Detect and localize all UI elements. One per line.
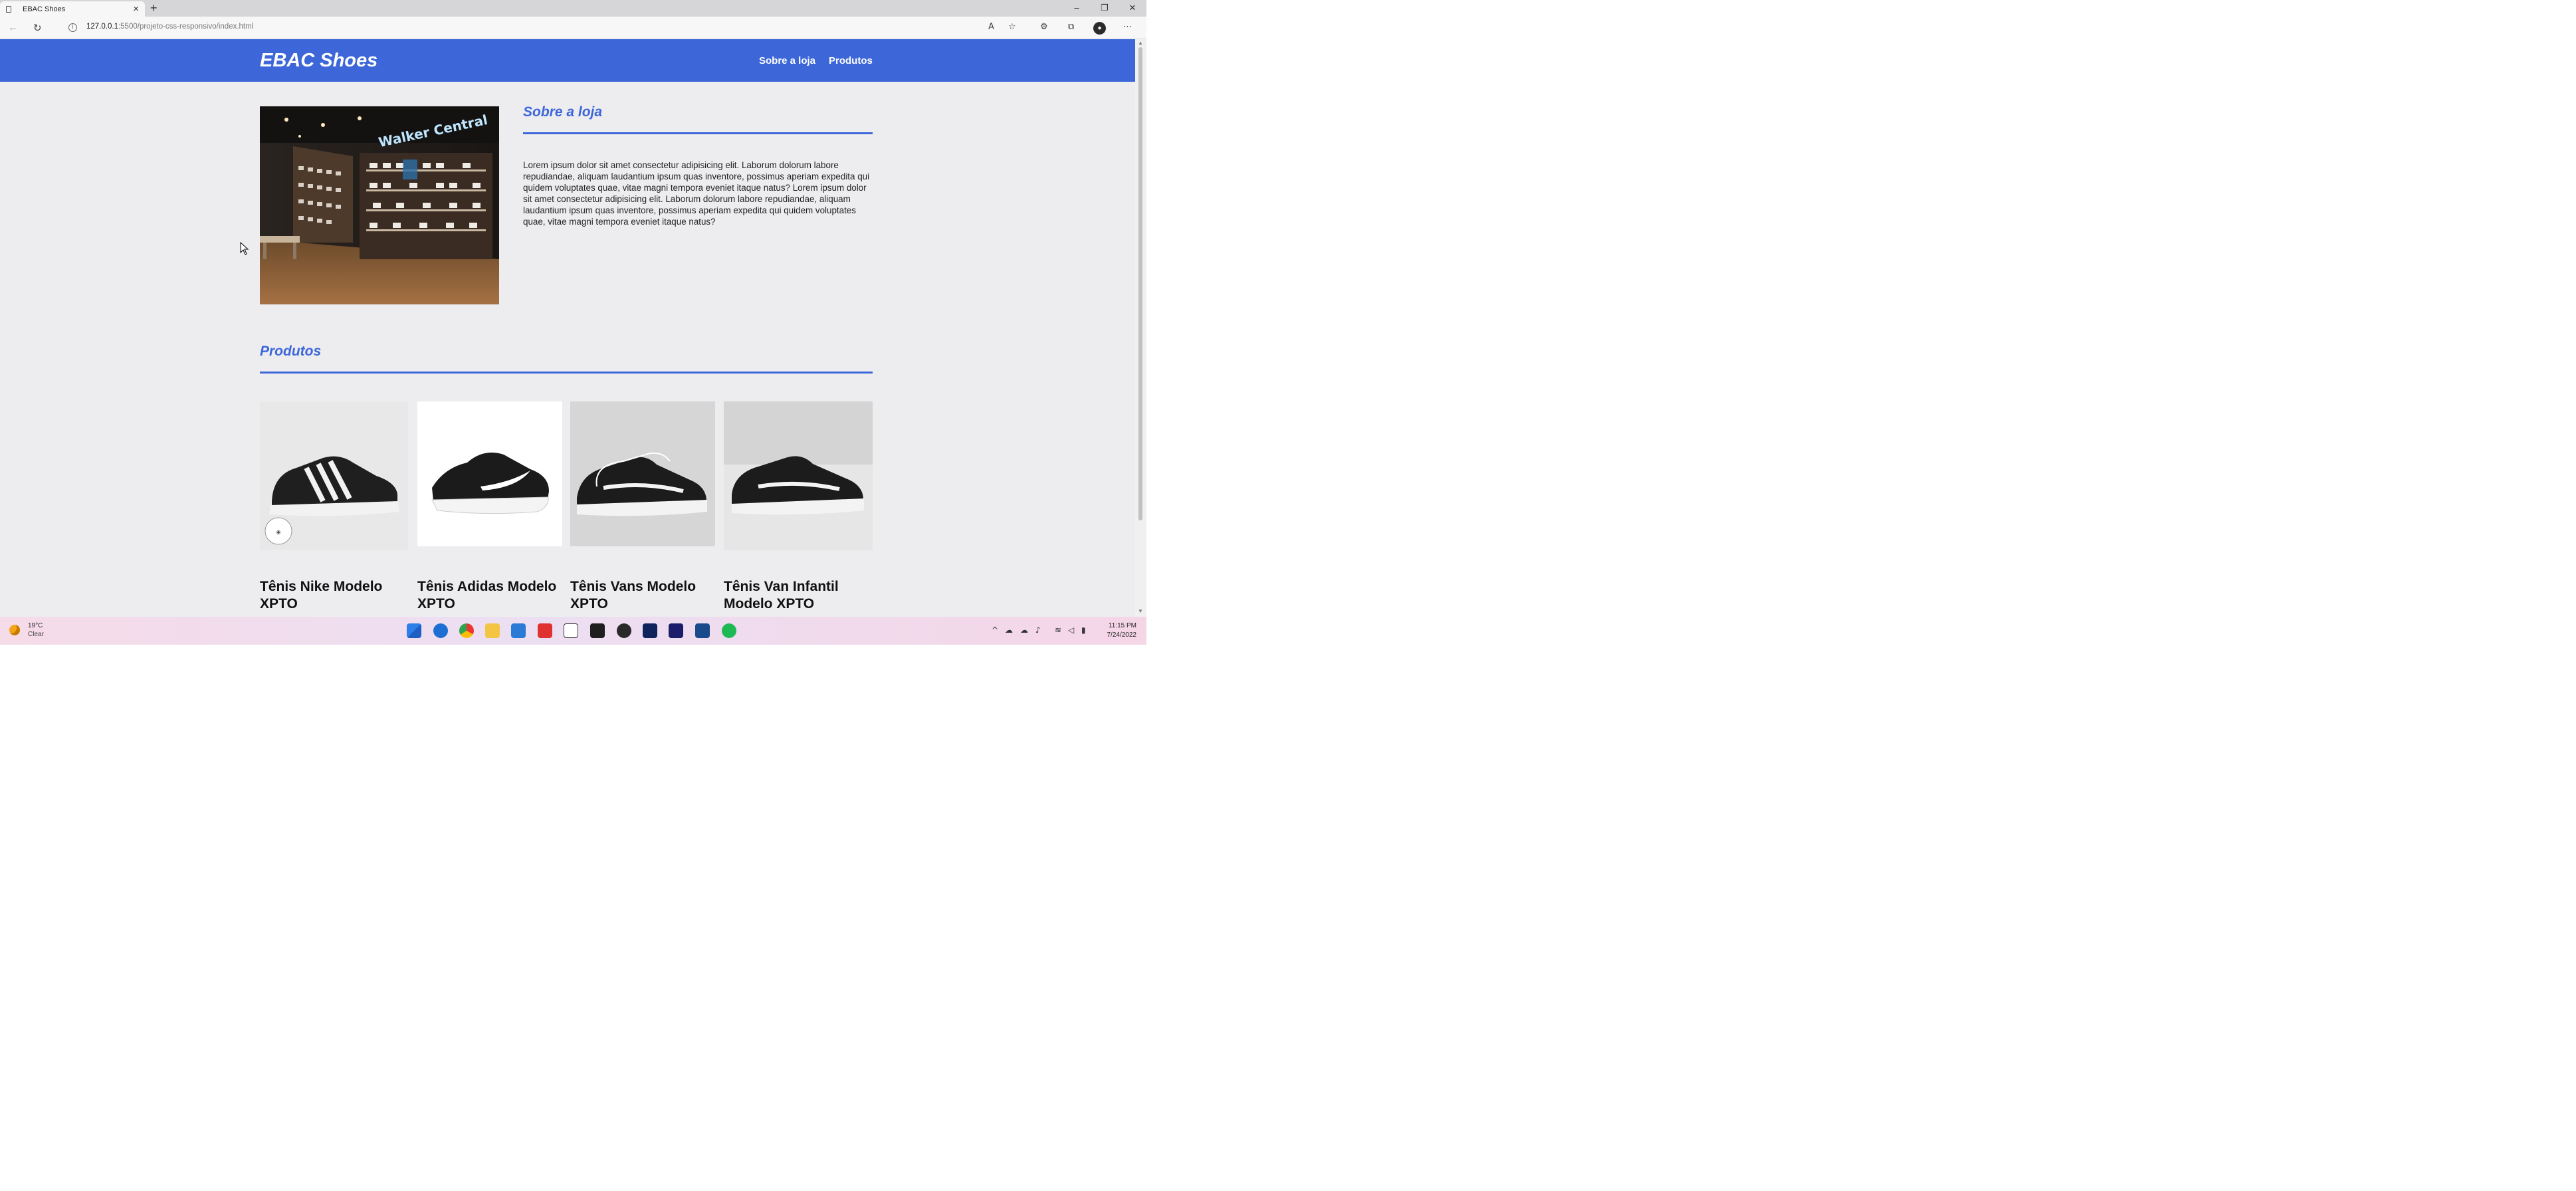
about-title: Sobre a loja (523, 104, 603, 120)
more-icon[interactable]: ⋯ (1123, 22, 1132, 32)
site-logo[interactable]: EBAC Shoes (260, 50, 377, 72)
weather-condition[interactable]: Clear (28, 631, 44, 638)
restore-icon[interactable]: ❐ (1095, 3, 1115, 13)
vscode-icon[interactable] (511, 623, 526, 638)
chrome-icon[interactable] (459, 623, 474, 638)
photoshop-icon[interactable] (643, 623, 657, 638)
weather-moon-icon[interactable] (9, 625, 20, 635)
product-image (417, 401, 562, 546)
site-header: EBAC Shoes Sobre a loja Produtos (0, 39, 1135, 82)
tab-title: EBAC Shoes (23, 5, 66, 13)
terminal-icon[interactable] (590, 623, 605, 638)
vertical-scrollbar[interactable]: ▲ ▼ (1135, 39, 1146, 617)
weather-temperature[interactable]: 19°C (28, 622, 43, 629)
product-image (724, 401, 873, 550)
scroll-down-icon[interactable]: ▼ (1138, 608, 1143, 614)
favorite-icon[interactable]: ☆ (1008, 22, 1016, 32)
edge-icon[interactable] (433, 623, 448, 638)
clock-date[interactable]: 7/24/2022 (1101, 631, 1137, 639)
page-icon (6, 6, 11, 13)
products-divider (260, 372, 873, 374)
read-aloud-icon[interactable]: A (988, 22, 994, 32)
app-red-icon[interactable] (538, 623, 552, 638)
web-page: EBAC Shoes Sobre a loja Produtos Walker … (0, 39, 1135, 617)
scroll-up-icon[interactable]: ▲ (1138, 40, 1143, 46)
spotify-icon[interactable] (722, 623, 736, 638)
mouse-cursor-icon (240, 242, 249, 255)
close-tab-icon[interactable]: × (133, 3, 139, 15)
tray-chevron-icon[interactable]: ^ (992, 625, 998, 635)
url-host: 127.0.0.1 (86, 23, 118, 31)
nav-link-sobre[interactable]: Sobre a loja (759, 55, 815, 66)
product-name[interactable]: Tênis Van Infantil Modelo XPTO (724, 578, 874, 613)
premiere-icon[interactable] (669, 623, 683, 638)
tray-cloud-icon[interactable]: ☁ (1020, 625, 1028, 635)
tray-drive-icon[interactable]: ☁ (1005, 625, 1013, 635)
scrollbar-thumb[interactable] (1138, 47, 1142, 520)
about-divider (523, 132, 873, 134)
products-title: Produtos (260, 344, 322, 359)
battery-icon[interactable]: ▮ (1081, 625, 1086, 635)
notion-icon[interactable] (564, 623, 578, 638)
browser-tab[interactable]: EBAC Shoes × (0, 1, 145, 17)
profile-avatar[interactable]: ● (1093, 22, 1106, 35)
tray-mic-icon[interactable]: ♪ (1035, 625, 1041, 635)
refresh-icon[interactable]: ↻ (33, 22, 42, 34)
product-name[interactable]: Tênis Nike Modelo XPTO (260, 578, 416, 613)
svg-text:◉: ◉ (276, 529, 281, 535)
product-name[interactable]: Tênis Vans Modelo XPTO (570, 578, 716, 613)
close-window-icon[interactable]: ✕ (1123, 3, 1142, 13)
url-field[interactable]: 127.0.0.1:5500/projeto-css-responsivo/in… (86, 23, 253, 31)
info-icon[interactable]: i (68, 23, 77, 32)
github-icon[interactable] (617, 623, 631, 638)
about-text: Lorem ipsum dolor sit amet consectetur a… (523, 160, 870, 227)
clock-time[interactable]: 11:15 PM (1101, 622, 1136, 629)
start-icon[interactable] (407, 623, 421, 638)
file-explorer-icon[interactable] (485, 623, 500, 638)
tab-strip: EBAC Shoes × + – ❐ ✕ (0, 0, 1146, 17)
volume-icon[interactable]: ◁ (1068, 625, 1074, 635)
address-bar: ← ↻ i 127.0.0.1:5500/projeto-css-respons… (0, 17, 1146, 39)
nav-link-produtos[interactable]: Produtos (829, 55, 873, 66)
taskbar: 19°C Clear ^ ☁ ☁ ♪ ≋ ◁ ▮ 11:15 PM 7/24/2… (0, 617, 1146, 645)
browser-window: EBAC Shoes × + – ❐ ✕ ← ↻ i 127.0.0.1:550… (0, 0, 1146, 645)
wifi-icon[interactable]: ≋ (1055, 625, 1061, 635)
product-image: ◉ (260, 401, 408, 550)
extensions-icon[interactable]: ⚙ (1040, 22, 1048, 32)
app-blue-icon[interactable] (695, 623, 710, 638)
store-photo: Walker Central (260, 106, 499, 304)
collections-icon[interactable]: ⧉ (1068, 22, 1074, 32)
back-icon[interactable]: ← (8, 22, 18, 33)
minimize-icon[interactable]: – (1067, 3, 1087, 13)
product-image (570, 401, 715, 546)
new-tab-icon[interactable]: + (150, 1, 158, 15)
product-name[interactable]: Tênis Adidas Modelo XPTO (417, 578, 570, 613)
url-path: :5500/projeto-css-responsivo/index.html (118, 23, 254, 31)
